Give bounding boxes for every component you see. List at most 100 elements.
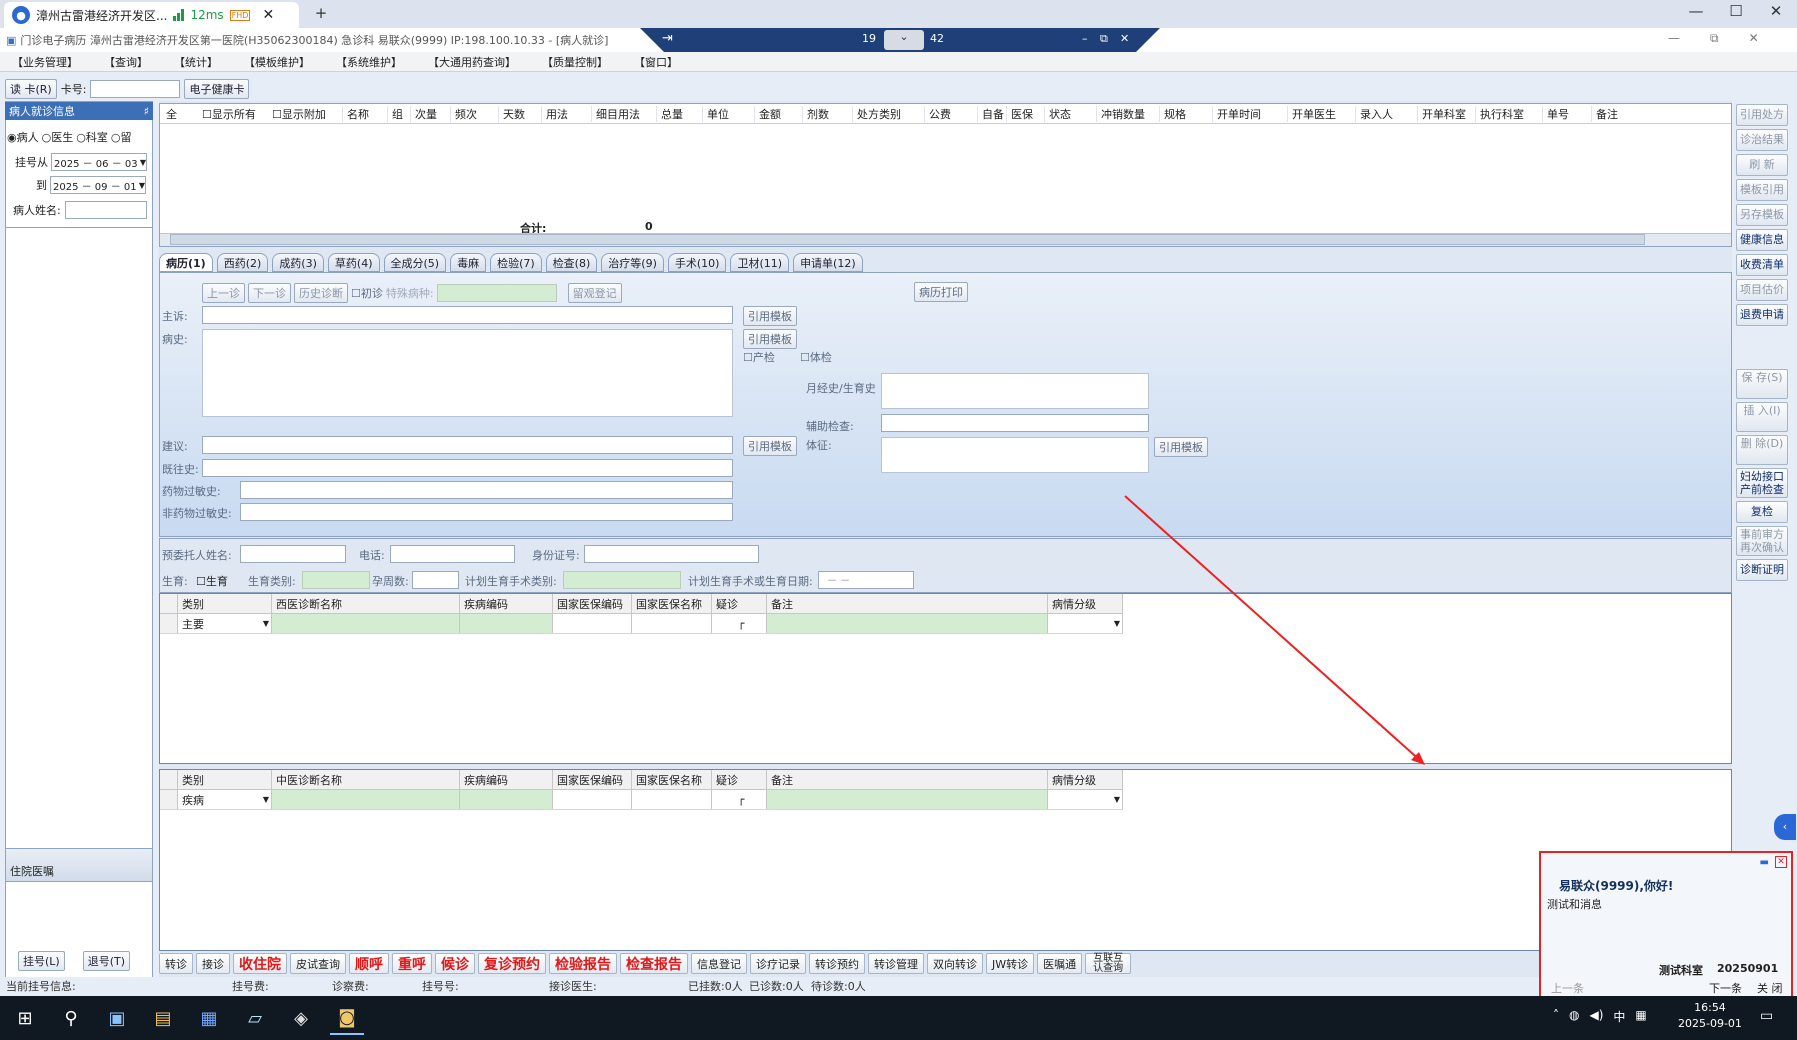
plan-date-input[interactable]: － － (818, 571, 914, 589)
side-button[interactable]: 收费清单 (1736, 254, 1788, 276)
notify-close-link[interactable]: 关 闭 (1757, 980, 1783, 996)
side-button[interactable]: 插 入(I) (1736, 402, 1788, 432)
nondrug-allergy-input[interactable] (240, 503, 733, 521)
patient-name-input[interactable] (64, 201, 147, 219)
phone-input[interactable] (390, 545, 515, 563)
health-card-button[interactable]: 电子健康卡 (184, 79, 250, 99)
radio-dept[interactable]: ○科室 (76, 129, 108, 145)
action-button[interactable]: 互联互认查询 (1085, 953, 1132, 974)
drug-allergy-input[interactable] (240, 481, 733, 499)
aux-exam-input[interactable] (881, 414, 1149, 432)
app-restore-icon[interactable]: ⧉ (1710, 31, 1719, 46)
register-button[interactable]: 挂号(L) (18, 951, 65, 971)
cite-template-button-2[interactable]: 引用模板 (743, 329, 797, 349)
birth-checkbox[interactable]: ☐生育 (196, 573, 228, 589)
tcm-name-cell[interactable] (272, 790, 460, 809)
read-card-button[interactable]: 读 卡(R) (5, 79, 57, 99)
dx-col-header[interactable]: 国家医保编码 (553, 770, 632, 789)
dx-col-header[interactable]: 疑诊 (712, 770, 767, 789)
tab-2[interactable]: 西药(2) (216, 253, 269, 272)
collapse-arrow-icon[interactable]: ‹ (1774, 814, 1796, 840)
rx-col-header[interactable]: 医保 (1006, 105, 1044, 122)
tray-keyboard-icon[interactable]: ▦ (1635, 1008, 1646, 1025)
rx-col-header[interactable]: 次量 (410, 105, 450, 122)
to-date-input[interactable]: 2025 － 09 － 01 ▼ (50, 176, 146, 194)
clock[interactable]: 16:54 2025-09-01 (1678, 1000, 1742, 1032)
dx-col-header[interactable]: 国家医保名称 (632, 594, 712, 613)
rx-col-header[interactable]: 处方类别 (852, 105, 924, 122)
action-button[interactable]: 双向转诊 (927, 953, 983, 974)
ime-indicator[interactable]: 中 (1613, 1008, 1625, 1025)
tab-10[interactable]: 手术(10) (667, 253, 727, 272)
side-button[interactable]: 复检 (1736, 501, 1788, 523)
dx-col-header[interactable]: 备注 (767, 594, 1048, 613)
horizontal-scrollbar[interactable] (160, 233, 1731, 246)
radio-stay[interactable]: ○留 (111, 129, 132, 145)
minimize-icon[interactable]: — (1683, 2, 1709, 20)
cite-template-button-3[interactable]: 引用模板 (743, 436, 797, 456)
from-date-input[interactable]: 2025 － 06 － 03 ▼ (51, 153, 147, 171)
tab-12[interactable]: 申请单(12) (793, 253, 863, 272)
tab-4[interactable]: 草药(4) (327, 253, 380, 272)
side-button[interactable]: 保 存(S) (1736, 369, 1788, 399)
action-button[interactable]: 接诊 (196, 953, 230, 974)
menu-item-quality[interactable]: 【质量控制】 (542, 54, 608, 70)
card-no-input[interactable] (90, 80, 181, 98)
rx-col-header[interactable]: 开单科室 (1417, 105, 1475, 122)
tab-8[interactable]: 检查(8) (545, 253, 598, 272)
unregister-button[interactable]: 退号(T) (82, 951, 131, 971)
menu-item-query[interactable]: 【查询】 (104, 54, 148, 70)
tcm-severity-select[interactable]: ▼ (1048, 790, 1123, 809)
proxy-name-input[interactable] (240, 545, 346, 563)
next-visit-button[interactable]: 下一诊 (248, 283, 291, 303)
menstrual-textarea[interactable] (881, 373, 1149, 409)
tab-9[interactable]: 治疗等(9) (601, 253, 664, 272)
rx-col-header[interactable]: 金额 (754, 105, 802, 122)
action-button[interactable]: 重呼 (392, 953, 432, 974)
menu-item-template[interactable]: 【模板维护】 (244, 54, 310, 70)
dx-col-header[interactable]: 中医诊断名称 (272, 770, 460, 789)
side-button[interactable]: 另存模板 (1736, 204, 1788, 226)
prev-visit-button[interactable]: 上一诊 (202, 283, 245, 303)
past-input[interactable] (202, 459, 733, 477)
rx-col-header[interactable]: 总量 (656, 105, 702, 122)
action-button[interactable]: 顺呼 (349, 953, 389, 974)
action-button[interactable]: 诊疗记录 (750, 953, 806, 974)
action-button[interactable]: 皮试查询 (290, 953, 346, 974)
dropdown-chevron-icon[interactable]: ⌄ (884, 30, 924, 50)
tray-volume-icon[interactable]: ◀) (1589, 1008, 1603, 1025)
rx-col-header[interactable]: 细目用法 (591, 105, 656, 122)
tray-chevron-icon[interactable]: ˄ (1553, 1008, 1559, 1025)
strip-close-icon[interactable]: ✕ (1120, 32, 1129, 45)
action-button[interactable]: 信息登记 (691, 953, 747, 974)
side-button[interactable]: 诊断证明 (1736, 559, 1788, 581)
menu-item-system[interactable]: 【系统维护】 (336, 54, 402, 70)
tab-3[interactable]: 成药(3) (272, 253, 324, 272)
rx-col-header[interactable]: 公费 (924, 105, 977, 122)
notify-pin-icon[interactable]: ▬ (1760, 857, 1769, 868)
sign-textarea[interactable] (881, 437, 1149, 473)
side-button[interactable]: 退费申请 (1736, 304, 1788, 326)
settings-app-icon[interactable]: ◈ (284, 1001, 318, 1035)
rx-col-header[interactable]: 用法 (541, 105, 591, 122)
rx-col-header[interactable]: 规格 (1159, 105, 1212, 122)
tcm-dx-row[interactable]: 疾病 ▼ ┌ ▼ (160, 790, 1123, 810)
dx-name-cell[interactable] (272, 614, 460, 633)
dx-col-header[interactable]: 病情分级 (1048, 770, 1123, 789)
dx-col-header[interactable]: 类别 (178, 594, 272, 613)
rx-col-header[interactable]: 冲销数量 (1096, 105, 1159, 122)
pin-icon[interactable]: ♯ (144, 105, 149, 118)
pin-icon[interactable]: ⇥ (662, 31, 673, 46)
action-button[interactable]: 转诊 (159, 953, 193, 974)
dx-col-header[interactable]: 疾病编码 (460, 594, 553, 613)
side-button[interactable]: 妇幼接口产前检查 (1736, 468, 1788, 498)
action-center-icon[interactable]: ▭ (1760, 1008, 1773, 1024)
rx-col-header[interactable]: 单号 (1542, 105, 1591, 122)
observe-register-button[interactable]: 留观登记 (567, 283, 622, 303)
tray-globe-icon[interactable]: ◍ (1569, 1008, 1579, 1025)
birth-type-input[interactable] (302, 571, 370, 589)
radio-doctor[interactable]: ○医生 (42, 129, 74, 145)
rx-col-header[interactable]: 开单时间 (1212, 105, 1287, 122)
rx-col-header[interactable]: 名称 (342, 105, 387, 122)
menu-item-stats[interactable]: 【统计】 (174, 54, 218, 70)
